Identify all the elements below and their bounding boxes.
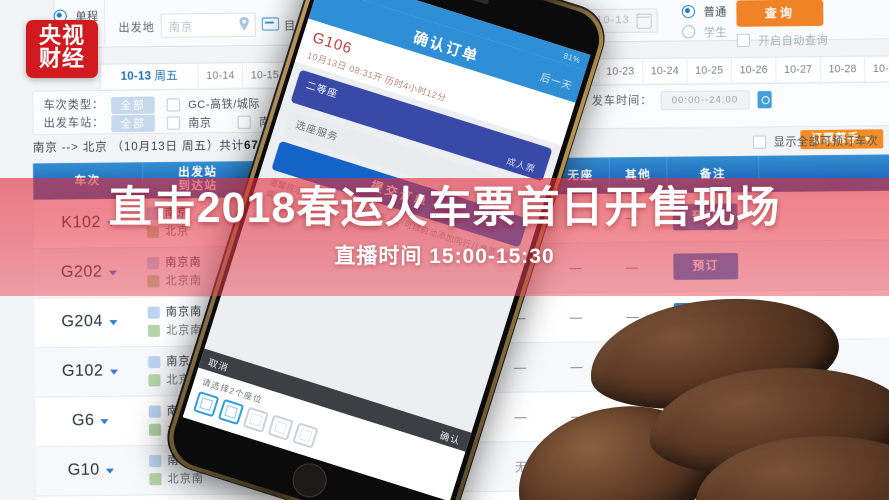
cell-train-code[interactable]: G102 bbox=[35, 362, 144, 381]
cell-train-code[interactable]: G204 bbox=[35, 313, 144, 332]
seat-option-a[interactable] bbox=[193, 390, 220, 418]
title-block: 直击2018春运火车票首日开售现场 直播时间 15:00-15:30 bbox=[0, 182, 889, 270]
station-opt-0: 南京 bbox=[188, 117, 212, 130]
depart-time-label: 发车时间： bbox=[591, 94, 653, 108]
normal-radio[interactable] bbox=[681, 5, 696, 19]
date-tab-10-23[interactable]: 10-23 bbox=[598, 59, 644, 84]
train-type-label: 车次类型： bbox=[43, 99, 105, 112]
expand-caret-icon[interactable] bbox=[109, 370, 118, 376]
from-input[interactable]: 南京 bbox=[160, 12, 256, 38]
date-tab-10-29[interactable]: 10-29 bbox=[865, 56, 889, 81]
seat-option-f[interactable] bbox=[292, 422, 319, 449]
seat-option-b[interactable] bbox=[217, 398, 245, 426]
normal-label: 普通 bbox=[703, 6, 727, 19]
query-button[interactable]: 查询 bbox=[736, 0, 824, 27]
calendar-icon-2[interactable] bbox=[636, 13, 652, 29]
sub-title: 直播时间 15:00-15:30 bbox=[334, 245, 555, 268]
passenger-normal[interactable]: 普通 bbox=[681, 3, 727, 22]
date-tab-10-14[interactable]: 10-14 bbox=[198, 63, 244, 88]
station-filter[interactable]: 出发车站： 全部 南京 南京南 bbox=[44, 112, 294, 132]
train-type-opt-0: GC-高铁/城际 bbox=[188, 98, 261, 112]
show-all-label: 显示全部可预订车次 bbox=[773, 135, 879, 149]
location-pin-icon bbox=[239, 16, 249, 31]
student-radio[interactable] bbox=[682, 25, 696, 39]
date-tab-10-27[interactable]: 10-27 bbox=[776, 57, 822, 82]
station-cb-0[interactable] bbox=[166, 116, 181, 130]
train-type-all[interactable]: 全部 bbox=[111, 96, 155, 114]
date-tab-10-24[interactable]: 10-24 bbox=[642, 58, 688, 84]
seat-option-c[interactable] bbox=[242, 406, 269, 433]
battery-percent: 81% bbox=[562, 50, 582, 65]
from-label: 出发地 bbox=[118, 21, 155, 35]
auto-query-toggle[interactable]: 开启自动查询 bbox=[736, 31, 829, 50]
phone-service-label: 选座服务 bbox=[294, 119, 340, 144]
student-label: 学生 bbox=[703, 26, 728, 39]
time-spinner-icon[interactable] bbox=[757, 91, 772, 109]
main-title: 直击2018春运火车票首日开售现场 bbox=[108, 184, 781, 232]
cell-train-code[interactable]: G10 bbox=[36, 461, 145, 480]
logo-line-2: 财经 bbox=[38, 47, 85, 72]
depart-time-value[interactable]: 00:00--24:00 bbox=[660, 90, 750, 111]
date-tab-10-28[interactable]: 10-28 bbox=[820, 56, 866, 82]
station-cb-1[interactable] bbox=[237, 115, 252, 129]
swap-stations-icon[interactable] bbox=[261, 17, 280, 31]
logo-line-1: 央视 bbox=[38, 24, 85, 49]
show-all-checkbox[interactable] bbox=[752, 135, 767, 149]
phone-seat-class: 二等座 bbox=[304, 80, 340, 101]
station-label: 出发车站： bbox=[43, 117, 105, 130]
cctv-finance-logo: 央视 财经 bbox=[26, 20, 98, 78]
auto-query-checkbox[interactable] bbox=[736, 33, 750, 48]
passenger-student[interactable]: 学生 bbox=[682, 23, 727, 42]
train-type-cb-0[interactable] bbox=[166, 97, 181, 112]
phone-ticket-type: 成人票 bbox=[505, 155, 537, 175]
show-all-toggle[interactable]: 显示全部可预订车次 bbox=[752, 132, 879, 149]
selected-weekday: 周五 bbox=[154, 69, 179, 83]
date-tab-10-26[interactable]: 10-26 bbox=[731, 57, 777, 83]
expand-caret-icon[interactable] bbox=[108, 320, 118, 326]
date-tab-10-25[interactable]: 10-25 bbox=[687, 58, 733, 83]
depart-time-filter[interactable]: 发车时间： 00:00--24:00 bbox=[592, 90, 772, 111]
cell-train-code[interactable]: G6 bbox=[36, 412, 145, 431]
from-value: 南京 bbox=[168, 21, 194, 34]
selected-date: 10-13 bbox=[120, 70, 152, 83]
expand-caret-icon[interactable] bbox=[105, 469, 114, 475]
route-prefix: 南京 --> 北京 （10月13日 周五）共计 bbox=[32, 139, 245, 155]
auto-query-label: 开启自动查询 bbox=[758, 34, 829, 48]
station-all[interactable]: 全部 bbox=[111, 114, 155, 132]
seat-option-d[interactable] bbox=[267, 414, 294, 441]
date-tab-selected[interactable]: 10-13 周五 bbox=[100, 63, 199, 89]
broadcast-promo-image: 单程 往返 出发地 南京 目的地 北京 出发日 2017-10-13 bbox=[0, 0, 889, 500]
expand-caret-icon[interactable] bbox=[100, 419, 109, 425]
